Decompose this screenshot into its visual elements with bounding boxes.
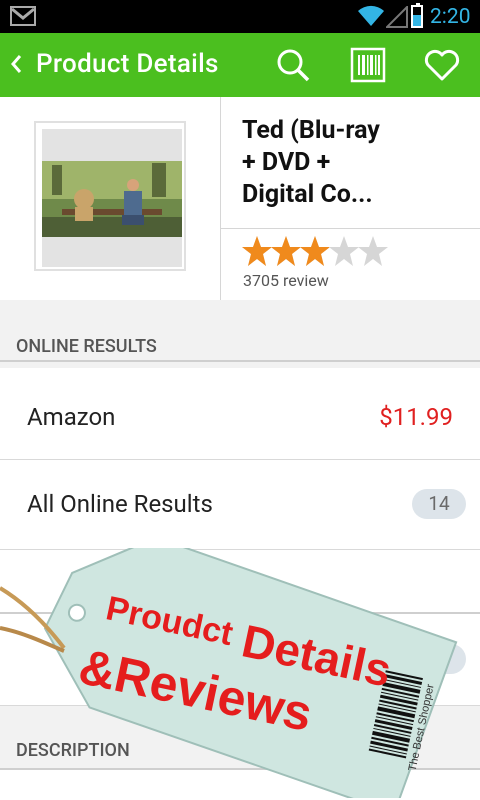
search-icon[interactable] (275, 47, 311, 83)
barcode-scan-icon[interactable] (350, 47, 386, 83)
store-name: Amazon (27, 403, 116, 431)
promo-tag-overlay: Proudct Details &Reviews The Best Shoppe… (0, 548, 458, 798)
star-empty-icon (358, 236, 388, 266)
star-full-icon (271, 236, 301, 266)
all-results-label: All Online Results (27, 490, 213, 518)
status-bar: 2:20 (0, 0, 480, 33)
signal-icon (386, 6, 408, 28)
horizontal-divider (220, 228, 480, 229)
store-price: $11.99 (379, 403, 453, 431)
star-empty-icon (329, 236, 359, 266)
list-item-amazon[interactable]: Amazon $11.99 (0, 368, 480, 460)
gmail-icon (10, 6, 36, 26)
clock: 2:20 (430, 5, 471, 29)
online-results-header: ONLINE RESULTS (0, 300, 480, 362)
star-rating (242, 236, 388, 266)
battery-icon (411, 3, 423, 28)
vertical-divider (220, 97, 221, 300)
page-title[interactable]: Product Details (36, 49, 219, 79)
favorite-heart-icon[interactable] (424, 47, 460, 83)
results-count-badge: 14 (412, 489, 466, 519)
back-chevron-icon[interactable] (8, 49, 26, 79)
product-image[interactable] (34, 121, 186, 271)
list-item-all-online-results[interactable]: All Online Results 14 (0, 460, 480, 550)
product-title[interactable]: Ted (Blu-ray + DVD + Digital Co... (242, 115, 462, 211)
star-full-icon (242, 236, 272, 266)
wifi-icon (358, 5, 384, 26)
movie-still-image (42, 161, 182, 237)
review-count[interactable]: 3705 review (243, 271, 329, 290)
action-bar: Product Details (0, 33, 480, 97)
product-card: Ted (Blu-ray + DVD + Digital Co... 3705 … (0, 97, 480, 301)
star-full-icon (300, 236, 330, 266)
